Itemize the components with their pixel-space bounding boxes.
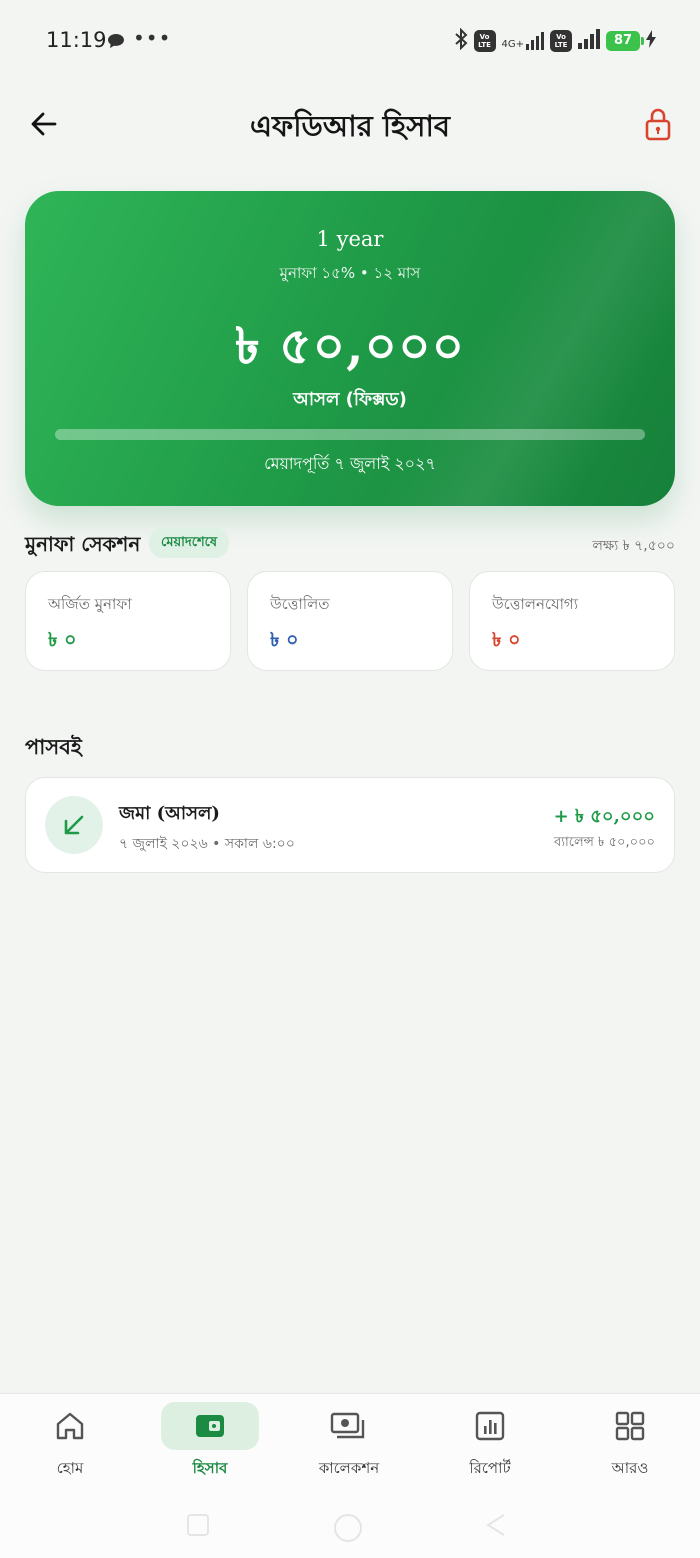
maturity-date: মেয়াদপূর্তি ৭ জুলাই ২০২৭: [264, 454, 436, 473]
nav-label: কালেকশন: [318, 1459, 380, 1477]
lock-icon: [645, 108, 671, 141]
system-navigation-bar: [0, 1501, 700, 1551]
nav-label: আরও: [611, 1459, 649, 1477]
nav-label: রিপোর্ট: [469, 1459, 511, 1477]
back-triangle-icon[interactable]: [484, 1513, 508, 1541]
transaction-datetime: ৭ জুলাই ২০২৬ • সকাল ৬:০০: [119, 836, 295, 852]
wallet-icon: [161, 1402, 259, 1450]
stat-label: উত্তোলনযোগ্য: [492, 595, 579, 613]
grid-icon: [581, 1402, 679, 1450]
plan-subtitle: মুনাফা ১৫% • ১২ মাস: [279, 264, 421, 282]
home-icon: [21, 1402, 119, 1450]
page-title: এফডিআর হিসাব: [249, 109, 450, 143]
principal-amount: ৳ ৫০,০০০: [234, 316, 466, 375]
signal-icon: [578, 29, 600, 53]
nav-label: হিসাব: [192, 1459, 228, 1477]
bottom-navigation: হোম হিসাব কালেকশন রিপোর্ট আরও: [0, 1393, 700, 1558]
fdr-summary-card: 1 year মুনাফা ১৫% • ১২ মাস ৳ ৫০,০০০ আসল …: [25, 191, 675, 506]
home-circle-icon[interactable]: [333, 1513, 363, 1547]
charging-icon: [646, 30, 656, 52]
app-header: এফডিআর হিসাব: [0, 90, 700, 160]
passbook-title: পাসবই: [25, 734, 82, 759]
withdrawn-card: উত্তোলিত ৳ ০: [247, 571, 453, 671]
nav-collection[interactable]: কালেকশন: [299, 1402, 399, 1482]
transaction-amount: + ৳ ৫০,০০০: [553, 806, 655, 827]
profit-badge: মেয়াদশেষে: [149, 528, 230, 558]
nav-more[interactable]: আরও: [580, 1402, 680, 1482]
network-type-label: 4G+: [501, 39, 525, 50]
stat-value: ৳ ০: [492, 629, 521, 651]
withdrawable-card: উত্তোলনযোগ্য ৳ ০: [469, 571, 675, 671]
earned-profit-card: অর্জিত মুনাফা ৳ ০: [25, 571, 231, 671]
nav-home[interactable]: হোম: [20, 1402, 120, 1482]
stat-label: উত্তোলিত: [270, 595, 330, 613]
principal-caption: আসল (ফিক্সড): [293, 389, 407, 410]
profit-section-title: মুনাফা সেকশন: [25, 532, 141, 556]
signal-4g-icon: 4G+: [501, 32, 544, 50]
volte-icon: Vo LTE: [473, 30, 496, 52]
profit-section-header: মুনাফা সেকশন মেয়াদশেষে লক্ষ্য ৳ ৭,৫০০: [25, 528, 675, 558]
maturity-progress-bar: [55, 429, 645, 440]
nav-accounts[interactable]: হিসাব: [160, 1402, 260, 1482]
bluetooth-icon: [454, 27, 468, 54]
status-more-dots: •••: [133, 26, 172, 50]
cash-icon: [300, 1402, 398, 1450]
battery-icon: 87: [606, 31, 644, 51]
message-bubble-icon: [107, 33, 125, 53]
stat-value: ৳ ০: [270, 629, 299, 651]
status-time: 11:19: [46, 28, 107, 52]
profit-target: লক্ষ্য ৳ ৭,৫০০: [592, 538, 675, 554]
recent-apps-icon[interactable]: [186, 1513, 210, 1541]
nav-label: হোম: [56, 1459, 84, 1477]
stat-value: ৳ ০: [48, 629, 77, 651]
arrow-down-left-icon: [45, 796, 103, 854]
status-icons: Vo LTE 4G+ Vo LTE 87: [454, 27, 656, 54]
status-bar: 11:19 ••• Vo LTE 4G+ Vo LTE 87: [0, 0, 700, 84]
report-chart-icon: [441, 1402, 539, 1450]
lock-button[interactable]: [638, 104, 678, 144]
nav-report[interactable]: রিপোর্ট: [440, 1402, 540, 1482]
plan-name: 1 year: [316, 227, 384, 251]
volte-icon-2: Vo LTE: [550, 30, 572, 52]
stat-label: অর্জিত মুনাফা: [48, 595, 132, 613]
transaction-balance: ব্যালেন্স ৳ ৫০,০০০: [553, 835, 655, 850]
transaction-row[interactable]: জমা (আসল) ৭ জুলাই ২০২৬ • সকাল ৬:০০ + ৳ ৫…: [25, 777, 675, 873]
transaction-title: জমা (আসল): [119, 803, 220, 824]
